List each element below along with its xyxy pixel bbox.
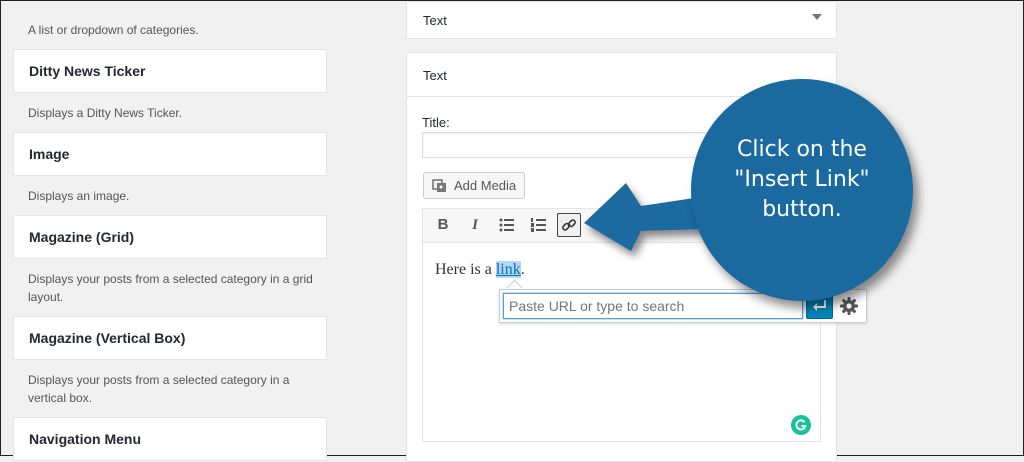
grammarly-g-glyph	[795, 419, 807, 431]
editor-text: .	[520, 261, 525, 278]
grammarly-icon[interactable]	[791, 415, 811, 435]
selected-link-text: link	[495, 261, 521, 278]
enter-icon	[812, 300, 826, 311]
widget-title: Magazine (Vertical Box)	[29, 330, 186, 346]
widget-ditty-news-ticker[interactable]: Ditty News Ticker	[13, 49, 327, 93]
italic-button[interactable]: I	[463, 213, 487, 237]
callout-bubble: Click on the "Insert Link" button.	[691, 79, 913, 301]
widget-description: Displays a Ditty News Ticker.	[28, 106, 183, 120]
widget-title: Ditty News Ticker	[29, 63, 146, 79]
editor-text: Here is a	[435, 261, 496, 278]
add-media-button[interactable]: Add Media	[423, 172, 525, 199]
widget-description: A list or dropdown of categories.	[28, 23, 199, 37]
bulleted-list-button[interactable]	[495, 213, 519, 237]
bold-button[interactable]: B	[431, 213, 455, 237]
link-icon	[562, 219, 576, 231]
callout-text: Click on the "Insert Link" button.	[691, 135, 913, 225]
title-label: Title:	[422, 115, 450, 130]
numbered-list-icon	[531, 218, 546, 232]
widget-image[interactable]: Image	[13, 132, 327, 176]
url-input[interactable]: Paste URL or type to search	[503, 293, 803, 319]
widget-description: Displays an image.	[28, 189, 130, 203]
editor-content: Here is a link.	[435, 261, 525, 279]
text-widget-collapsed[interactable]: Text	[406, 1, 837, 39]
widget-title: Magazine (Grid)	[29, 229, 135, 245]
callout-line: Click on the	[737, 137, 867, 162]
widget-title: Image	[29, 146, 70, 162]
widget-magazine-vertical-box[interactable]: Magazine (Vertical Box)	[13, 316, 327, 360]
widget-description: Displays your posts from a selected cate…	[28, 373, 290, 405]
panel-title: Text	[423, 13, 447, 28]
title-input[interactable]	[422, 132, 722, 158]
bulleted-list-icon	[499, 218, 514, 232]
insert-link-button[interactable]	[557, 213, 581, 237]
gear-icon[interactable]	[839, 295, 859, 317]
chevron-down-icon[interactable]	[812, 14, 822, 20]
panel-title: Text	[423, 68, 447, 83]
widget-description: Displays your posts from a selected cate…	[28, 272, 313, 304]
widget-navigation-menu[interactable]: Navigation Menu	[13, 417, 327, 461]
numbered-list-button[interactable]	[527, 213, 551, 237]
widget-magazine-grid[interactable]: Magazine (Grid)	[13, 215, 327, 259]
callout-line: "Insert Link"	[734, 167, 870, 192]
callout-line: button.	[762, 197, 842, 222]
add-media-label: Add Media	[454, 178, 517, 193]
widget-title: Navigation Menu	[29, 431, 142, 447]
media-icon	[432, 179, 446, 192]
